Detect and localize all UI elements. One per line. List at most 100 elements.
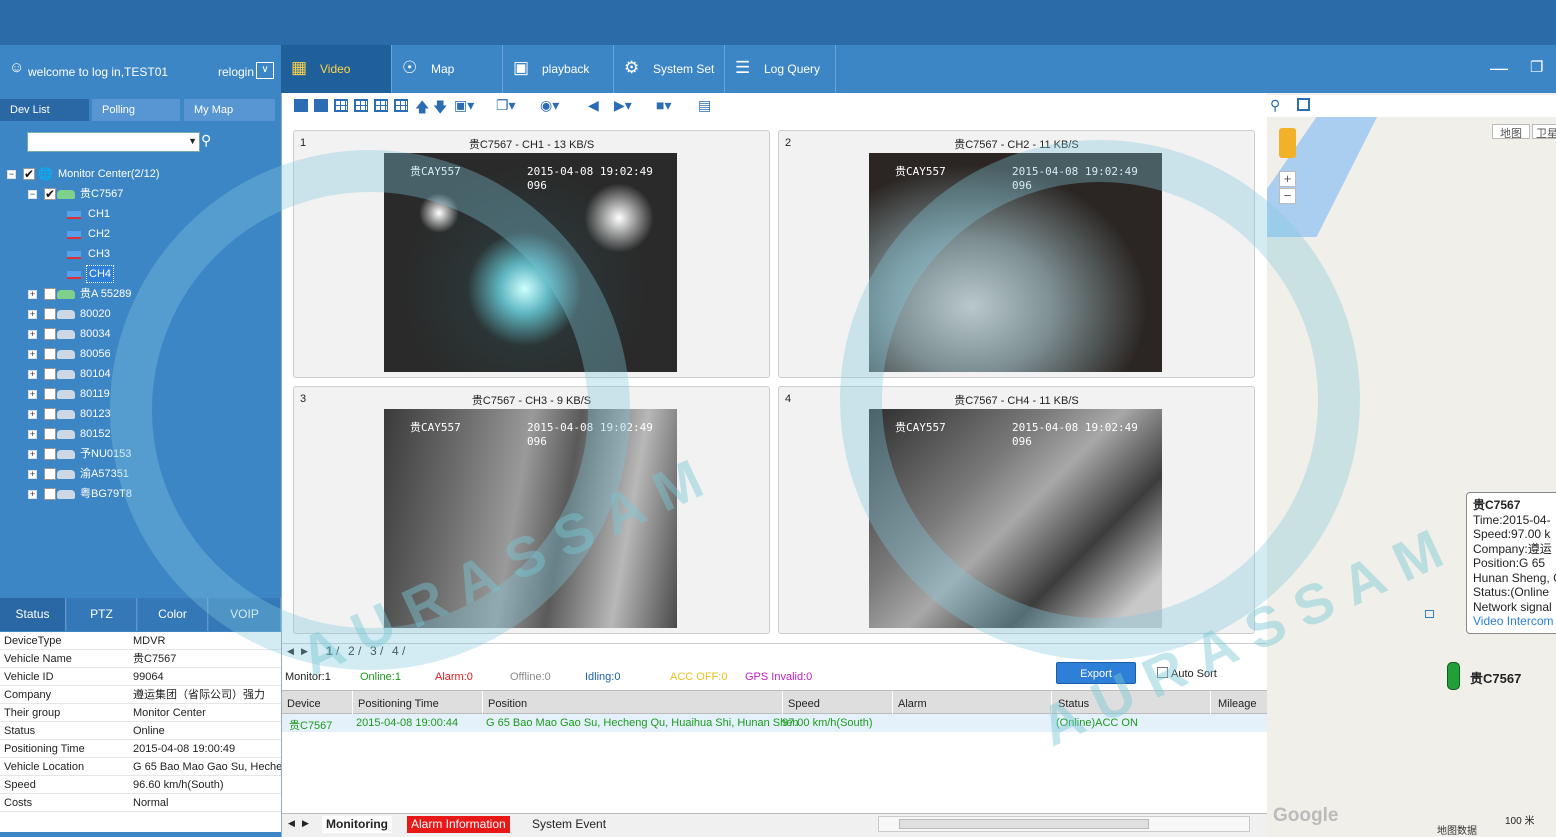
tab-playback[interactable]: ▣ playback bbox=[503, 45, 614, 93]
tab-system-set[interactable]: ⚙ System Set bbox=[614, 45, 725, 93]
tab-polling[interactable]: Polling bbox=[92, 99, 180, 121]
search-icon[interactable]: ⚲ bbox=[201, 132, 211, 149]
speaker-icon[interactable]: ◀ bbox=[588, 97, 599, 114]
search-icon[interactable]: ⚲ bbox=[1270, 97, 1280, 114]
next-icon[interactable]: ▶ bbox=[302, 818, 309, 829]
minimize-icon[interactable]: — bbox=[1490, 58, 1508, 79]
expand-icon[interactable]: + bbox=[28, 350, 37, 359]
restore-icon[interactable]: ❐ bbox=[1530, 58, 1543, 76]
video-intercom-link[interactable]: Video Intercom bbox=[1473, 614, 1556, 629]
tab-video[interactable]: ▦ Video bbox=[281, 45, 392, 93]
car-icon bbox=[57, 350, 75, 359]
tab-ptz[interactable]: PTZ bbox=[67, 598, 137, 631]
checkbox[interactable] bbox=[44, 448, 56, 460]
checkbox[interactable] bbox=[44, 328, 56, 340]
map-marker-icon[interactable] bbox=[1425, 610, 1434, 618]
osd-time: 2015-04-08 19:02:49 bbox=[527, 165, 653, 178]
tab-log-query[interactable]: ☰ Log Query bbox=[725, 45, 836, 93]
google-logo: Google bbox=[1273, 805, 1339, 826]
tab-monitoring[interactable]: Monitoring bbox=[322, 816, 392, 833]
scroll-thumb[interactable] bbox=[899, 819, 1149, 829]
layout-4-icon[interactable] bbox=[314, 99, 328, 112]
expand-icon[interactable]: + bbox=[28, 470, 37, 479]
checkbox[interactable] bbox=[44, 185, 56, 203]
stat-gps-invalid: GPS Invalid:0 bbox=[745, 671, 813, 683]
checkbox[interactable] bbox=[44, 368, 56, 380]
car-icon bbox=[57, 370, 75, 379]
car-icon bbox=[57, 290, 75, 299]
tab-system-event[interactable]: System Event bbox=[528, 816, 610, 833]
layout-8-icon[interactable] bbox=[354, 99, 368, 112]
expand-icon[interactable]: + bbox=[28, 430, 37, 439]
map-type-satellite-button[interactable]: 卫星 bbox=[1532, 124, 1556, 140]
expand-icon[interactable]: + bbox=[28, 310, 37, 319]
col-alarm[interactable]: Alarm bbox=[898, 698, 927, 710]
stop-icon[interactable]: ■▾ bbox=[656, 97, 671, 114]
tab-alarm-information[interactable]: Alarm Information bbox=[407, 816, 510, 833]
zoom-out-icon[interactable]: − bbox=[1279, 188, 1296, 204]
map-data-label[interactable]: 地图数据 bbox=[1437, 822, 1477, 837]
col-device[interactable]: Device bbox=[287, 698, 321, 710]
collapse-icon[interactable]: − bbox=[7, 170, 16, 179]
camera-icon bbox=[67, 211, 81, 219]
search-input[interactable]: ▼ bbox=[27, 132, 200, 152]
expand-icon[interactable]: + bbox=[28, 410, 37, 419]
expand-icon[interactable]: + bbox=[28, 290, 37, 299]
prev-icon[interactable]: ◀ bbox=[288, 818, 295, 829]
expand-icon[interactable]: + bbox=[28, 490, 37, 499]
info-row: Their group Monitor Center bbox=[0, 704, 281, 722]
col-position[interactable]: Position bbox=[488, 698, 527, 710]
tab-status[interactable]: Status bbox=[0, 598, 66, 631]
car-icon bbox=[57, 490, 75, 499]
window-icon[interactable]: ❐▾ bbox=[496, 97, 516, 114]
arrow-down-icon[interactable]: 🡇 bbox=[433, 97, 447, 121]
pegman-icon[interactable] bbox=[1279, 128, 1296, 158]
info-key: Their group bbox=[4, 707, 61, 719]
chevron-down-icon[interactable]: ∨ bbox=[256, 62, 274, 79]
horizontal-scrollbar[interactable] bbox=[878, 816, 1250, 832]
expand-icon[interactable]: + bbox=[28, 370, 37, 379]
expand-icon[interactable]: + bbox=[28, 330, 37, 339]
dropdown-arrow-icon[interactable]: ▼ bbox=[188, 136, 197, 146]
tab-map[interactable]: ☉ Map bbox=[392, 45, 503, 93]
osd-code: 096 bbox=[527, 179, 547, 192]
checkbox[interactable] bbox=[44, 388, 56, 400]
checkbox[interactable] bbox=[44, 348, 56, 360]
save-icon[interactable] bbox=[1297, 98, 1310, 111]
arrow-up-icon[interactable]: 🡅 bbox=[415, 97, 429, 121]
relogin-link[interactable]: relogin bbox=[218, 65, 254, 79]
layout-6-icon[interactable] bbox=[334, 99, 348, 112]
window-list-icon[interactable]: ▤ bbox=[698, 97, 711, 114]
col-speed[interactable]: Speed bbox=[788, 698, 820, 710]
car-icon bbox=[57, 450, 75, 459]
checkbox[interactable] bbox=[44, 428, 56, 440]
map-type-map-button[interactable]: 地图 bbox=[1492, 124, 1530, 140]
col-mileage[interactable]: Mileage bbox=[1218, 698, 1257, 710]
channel-label: CH4 bbox=[86, 265, 115, 283]
expand-icon[interactable]: + bbox=[28, 450, 37, 459]
tab-my-map[interactable]: My Map bbox=[184, 99, 275, 121]
tree-root-label: Monitor Center(2/12) bbox=[58, 168, 160, 180]
checkbox[interactable] bbox=[23, 165, 35, 183]
car-marker-icon[interactable] bbox=[1447, 662, 1460, 690]
tab-map-label: Map bbox=[431, 62, 455, 76]
checkbox[interactable] bbox=[44, 488, 56, 500]
layout-9-icon[interactable] bbox=[374, 99, 388, 112]
car-icon bbox=[57, 410, 75, 419]
expand-icon[interactable]: + bbox=[28, 390, 37, 399]
zoom-in-icon[interactable]: + bbox=[1279, 171, 1296, 187]
col-positioning-time[interactable]: Positioning Time bbox=[358, 698, 439, 710]
stat-online: Online:1 bbox=[360, 671, 401, 683]
checkbox[interactable] bbox=[44, 408, 56, 420]
tab-dev-list[interactable]: Dev List bbox=[0, 99, 89, 121]
fullscreen-icon[interactable]: ▣▾ bbox=[454, 97, 474, 114]
collapse-icon[interactable]: − bbox=[28, 190, 37, 199]
play-icon[interactable]: ▶▾ bbox=[614, 97, 632, 114]
checkbox[interactable] bbox=[44, 468, 56, 480]
snapshot-icon[interactable]: ◉▾ bbox=[540, 97, 559, 114]
layout-16-icon[interactable] bbox=[394, 99, 408, 112]
layout-1-icon[interactable] bbox=[294, 99, 308, 112]
checkbox[interactable] bbox=[44, 308, 56, 320]
checkbox[interactable] bbox=[44, 288, 56, 300]
info-value: G 65 Bao Mao Gao Su, Hechen bbox=[133, 761, 281, 773]
